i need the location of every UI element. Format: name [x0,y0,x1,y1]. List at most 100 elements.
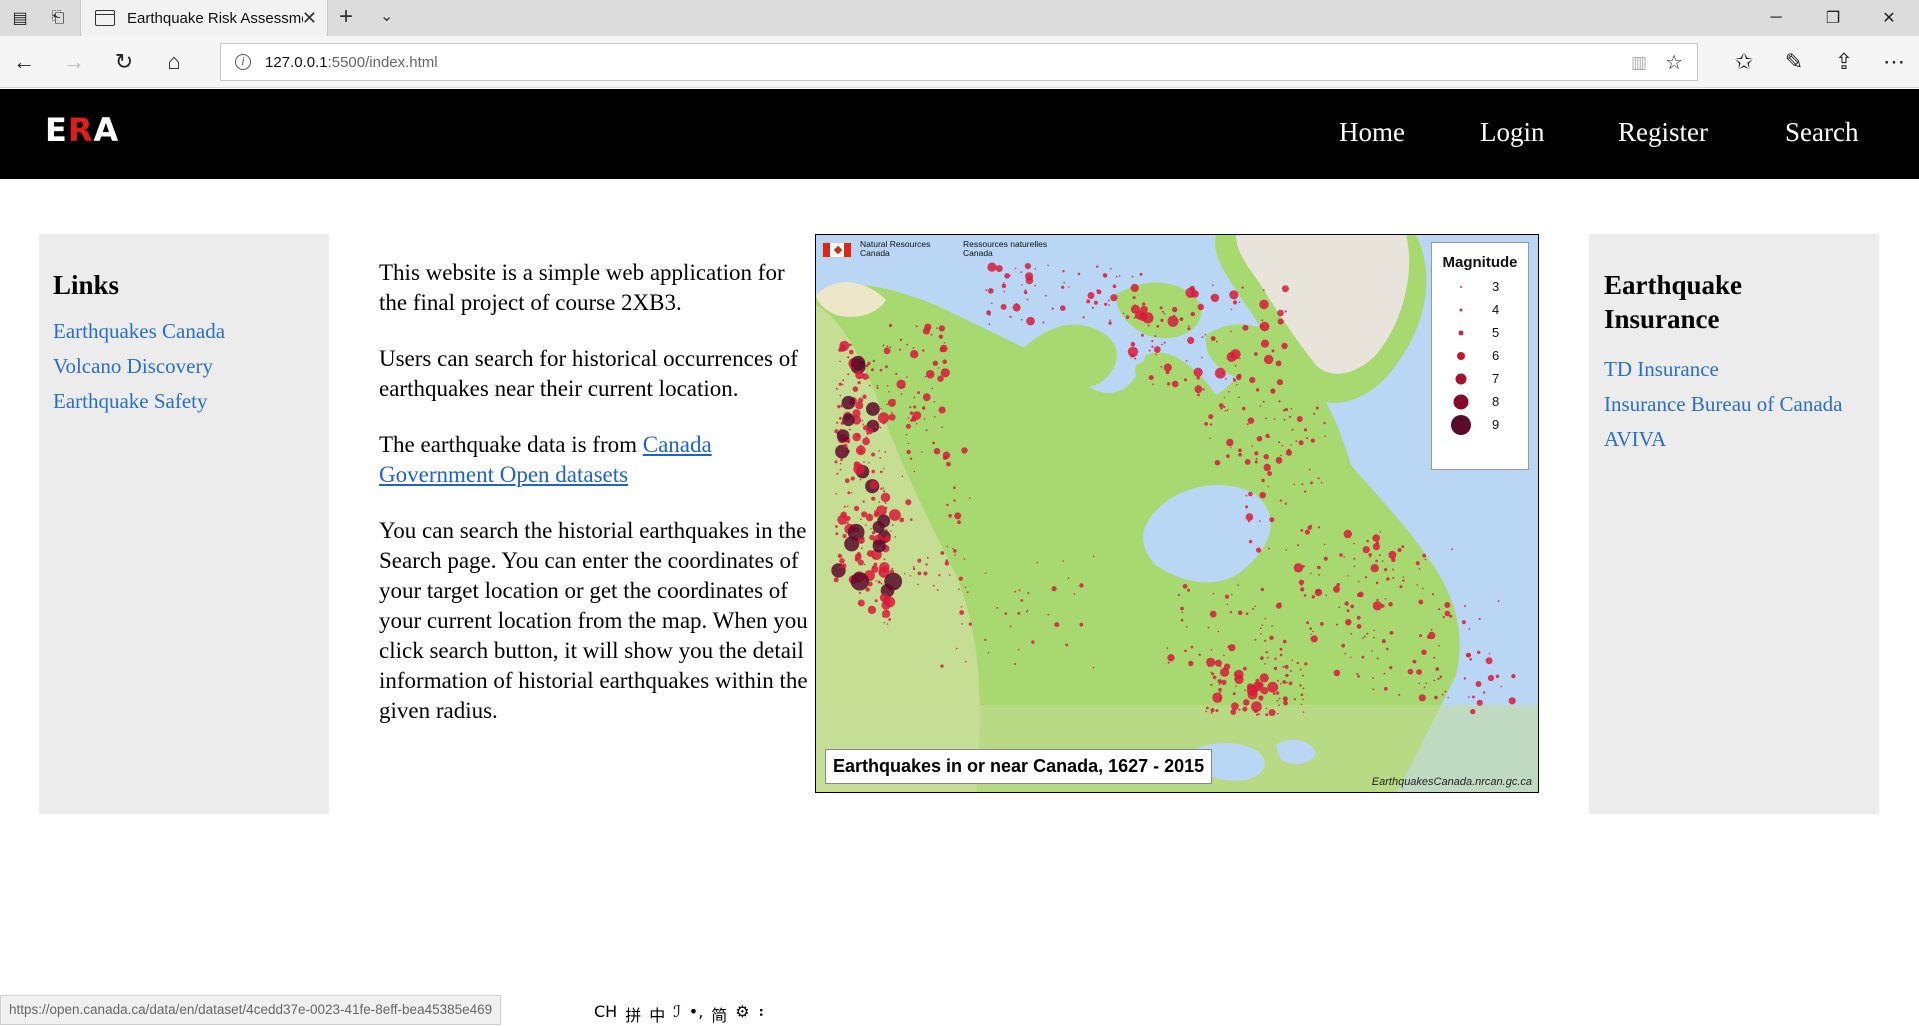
quake-dot [1434,695,1438,700]
ime-item[interactable]: CH [594,1002,617,1026]
home-icon[interactable]: ⌂ [150,36,198,88]
back-icon[interactable]: ← [0,36,48,88]
quake-dot [862,437,870,446]
share-icon[interactable]: ⇪ [1820,36,1868,88]
quake-dot [1062,270,1065,273]
quake-dot [1349,656,1352,659]
quake-dot [995,265,1003,272]
ime-item[interactable]: ⠆ [758,1002,770,1026]
link-aviva[interactable]: AVIVA [1604,422,1864,457]
minimize-icon[interactable]: ─ [1749,0,1803,36]
link-td-insurance[interactable]: TD Insurance [1604,352,1864,387]
link-insurance-bureau[interactable]: Insurance Bureau of Canada [1604,387,1864,422]
quake-dot [888,391,890,393]
more-icon[interactable]: ⋯ [1870,36,1918,88]
quake-dot [1251,701,1262,713]
quake-dot [1300,584,1303,586]
quake-dot [937,375,944,382]
new-tab-icon[interactable]: + [339,3,353,31]
tab-list-icon[interactable]: ▤ [2,0,38,36]
quake-dot [870,528,872,530]
quake-dot [880,582,883,585]
quake-dot [1260,633,1262,635]
restore-icon[interactable]: ❐ [1806,0,1860,36]
quake-dot [839,558,845,564]
quake-dot [917,391,920,394]
quake-dot [1389,666,1393,670]
quake-dot [1251,445,1254,447]
favorite-star-icon[interactable]: ☆ [1665,50,1683,75]
quake-dot [1065,643,1069,647]
quake-dot [1279,682,1282,685]
quake-dot [847,491,851,495]
address-bar[interactable]: i 127.0.0.1:5500/index.html ▥ ☆ [220,43,1698,81]
ime-item[interactable]: 简 [711,1002,727,1026]
quake-dot [842,413,855,427]
quake-dot [1115,275,1118,278]
forward-icon[interactable]: → [50,36,98,88]
info-icon[interactable]: i [235,54,251,70]
nav-search[interactable]: Search [1785,117,1858,148]
nav-register[interactable]: Register [1618,117,1708,148]
quake-dot [984,572,987,574]
quake-dot [965,660,967,663]
quake-dot [1197,303,1204,311]
browser-tab-bar: ▤ ⎗ Earthquake Risk Assessment ✕ + ⌄ ─ ❐… [0,0,1919,36]
quake-dot [934,415,936,418]
quake-dot [909,411,914,415]
browser-tab[interactable]: Earthquake Risk Assessment ✕ [80,0,328,36]
close-window-icon[interactable]: ✕ [1862,0,1916,36]
nav-home[interactable]: Home [1339,117,1405,148]
quake-dot [1187,336,1195,344]
quake-dot [1255,388,1260,392]
favorites-icon[interactable]: ✩ [1720,36,1768,88]
reading-view-icon[interactable]: ▥ [1631,53,1647,73]
ime-item[interactable]: ℐ [673,1002,681,1026]
quake-dot [1302,698,1304,701]
quake-dot [1156,350,1159,353]
quake-dot [1310,572,1312,575]
legend-row: 7 [1432,367,1528,391]
site-header: ERA Home Login Register Search [0,89,1919,179]
quake-dot [1020,318,1023,321]
quake-dot [1238,452,1242,457]
quake-dot [1362,546,1370,554]
quake-dot [1281,285,1289,293]
quake-dot [1020,599,1024,602]
quake-dot [1167,661,1170,664]
quake-dot [862,512,864,515]
pen-icon[interactable]: ✎ [1770,36,1818,88]
quake-dot [1423,686,1426,689]
quake-dot [1014,267,1017,270]
ime-item[interactable]: •, [689,1002,704,1026]
close-tab-icon[interactable]: ✕ [302,8,317,29]
link-volcano-discovery[interactable]: Volcano Discovery [53,349,315,384]
set-tabs-aside-icon[interactable]: ⎗ [40,0,76,36]
quake-dot [1282,639,1287,644]
quake-dot [1259,299,1269,310]
quake-dot [1500,685,1502,688]
ime-item[interactable]: ⚙ [735,1002,749,1026]
quake-dot [888,413,896,421]
quake-dot [1303,428,1308,432]
quake-dot [875,580,877,582]
ime-item[interactable]: 中 [649,1002,665,1026]
quake-dot [1210,336,1216,341]
magnitude-legend: Magnitude 3 4 5 6 7 8 9 [1431,242,1529,470]
quake-dot [1003,290,1006,293]
chevron-down-icon[interactable]: ⌄ [380,6,393,26]
site-logo[interactable]: ERA [45,111,119,149]
link-earthquakes-canada[interactable]: Earthquakes Canada [53,314,315,349]
nav-login[interactable]: Login [1480,117,1545,148]
quake-dot [1156,324,1160,328]
quake-dot [1246,423,1249,426]
ime-item[interactable]: 拼 [625,1002,641,1026]
quake-dot [1210,708,1215,713]
refresh-icon[interactable]: ↻ [100,36,148,88]
link-earthquake-safety[interactable]: Earthquake Safety [53,384,315,419]
quake-dot [847,356,850,359]
quake-dot [924,323,932,331]
quake-dot [914,352,917,354]
quake-dot [1226,438,1234,447]
quake-dot [839,428,842,431]
